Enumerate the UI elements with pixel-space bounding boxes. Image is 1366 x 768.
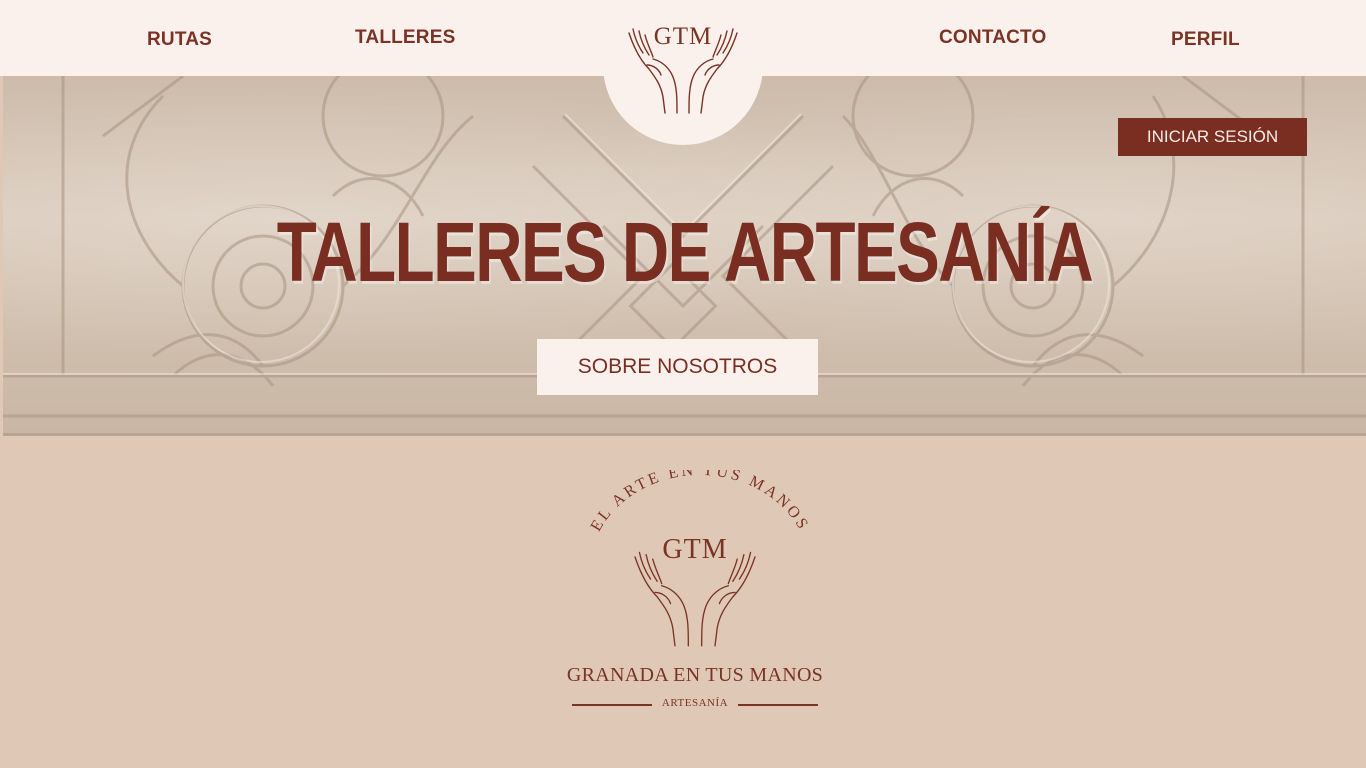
nav-link-rutas[interactable]: RUTAS (147, 29, 212, 51)
nav-link-perfil[interactable]: PERFIL (1171, 29, 1240, 51)
brand-emblem: EL ARTE EN TUS MANOS GTM GRANADA EN TUS … (560, 470, 830, 720)
emblem-subtitle-row: ARTESANÍA (572, 697, 818, 711)
hands-logo-icon (628, 28, 738, 114)
arc-slogan-text: EL ARTE EN TUS MANOS (588, 470, 810, 534)
nav-link-contacto[interactable]: CONTACTO (939, 27, 1047, 49)
nav-link-talleres[interactable]: TALLERES (355, 27, 455, 49)
emblem-subtitle: ARTESANÍA (661, 697, 729, 709)
company-name: GRANADA EN TUS MANOS (566, 664, 824, 686)
login-button[interactable]: INICIAR SESIÓN (1118, 118, 1307, 156)
svg-text:EL ARTE EN TUS MANOS: EL ARTE EN TUS MANOS (588, 470, 813, 534)
divider-right (738, 704, 818, 706)
about-us-button[interactable]: SOBRE NOSOTROS (537, 339, 818, 395)
hero-title: TALLERES DE ARTESANÍA (276, 205, 1094, 299)
hands-emblem-icon (634, 551, 756, 647)
